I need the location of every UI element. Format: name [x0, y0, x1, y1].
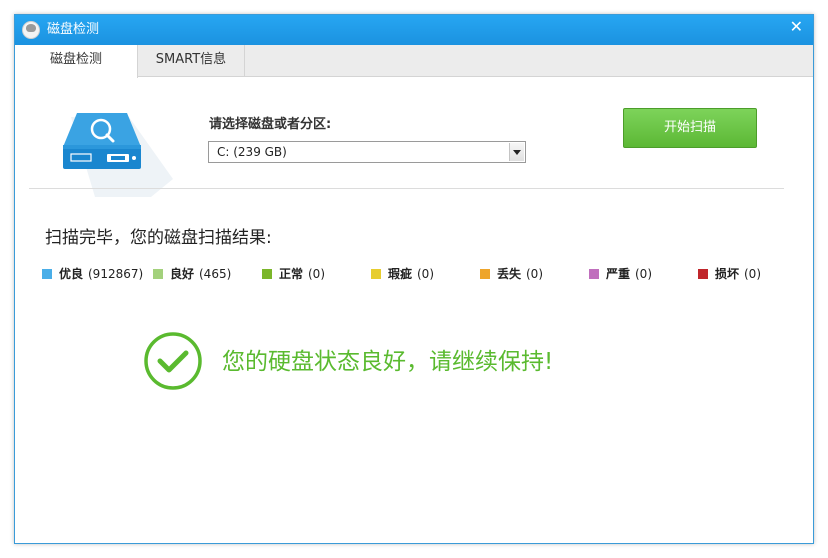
- legend-name: 严重: [606, 267, 631, 281]
- check-circle-icon: [143, 331, 203, 391]
- legend-count: (0): [526, 267, 543, 281]
- legend-name: 正常: [279, 267, 304, 281]
- legend-name: 优良: [59, 267, 84, 281]
- window-title: 磁盘检测: [47, 22, 100, 37]
- legend-count: (0): [744, 267, 761, 281]
- disk-select[interactable]: C: (239 GB): [208, 141, 526, 163]
- legend-swatch: [371, 269, 381, 279]
- legend-swatch: [589, 269, 599, 279]
- tab-bar: 磁盘检测 SMART信息: [15, 45, 813, 78]
- legend-name: 损坏: [715, 267, 740, 281]
- divider: [29, 188, 784, 189]
- disk-select-value: C: (239 GB): [217, 145, 287, 159]
- legend-count: (0): [308, 267, 325, 281]
- legend-count: (912867): [88, 267, 144, 281]
- legend-name: 瑕疵: [388, 267, 413, 281]
- hard-disk-search-icon: [55, 107, 175, 197]
- scan-result-title: 扫描完毕，您的磁盘扫描结果:: [45, 228, 272, 248]
- tab-smart-info[interactable]: SMART信息: [138, 45, 245, 77]
- legend-swatch: [698, 269, 708, 279]
- legend-count: (0): [635, 267, 652, 281]
- legend-count: (465): [199, 267, 232, 281]
- tab-disk-check[interactable]: 磁盘检测: [15, 45, 138, 78]
- disk-check-window: 磁盘检测 ✕ 磁盘检测 SMART信息 请选择磁盘或者分区: C: (239 G…: [14, 14, 814, 544]
- start-scan-button[interactable]: 开始扫描: [623, 108, 757, 148]
- legend-count: (0): [417, 267, 434, 281]
- title-bar: 磁盘检测 ✕: [15, 15, 813, 45]
- app-logo-icon: [22, 21, 40, 39]
- legend-swatch: [262, 269, 272, 279]
- close-icon[interactable]: ✕: [790, 17, 803, 37]
- disk-select-label: 请选择磁盘或者分区:: [209, 117, 332, 132]
- chevron-down-icon[interactable]: [509, 143, 524, 161]
- disk-status-message: 您的硬盘状态良好，请继续保持!: [222, 349, 554, 375]
- legend-name: 丢失: [497, 267, 522, 281]
- legend-name: 良好: [170, 267, 195, 281]
- legend-swatch: [42, 269, 52, 279]
- legend-swatch: [480, 269, 490, 279]
- scan-legend: 优良 (912867) 良好 (465) 正常 (0) 瑕疵 (0) 丢失 (0…: [42, 266, 802, 282]
- legend-swatch: [153, 269, 163, 279]
